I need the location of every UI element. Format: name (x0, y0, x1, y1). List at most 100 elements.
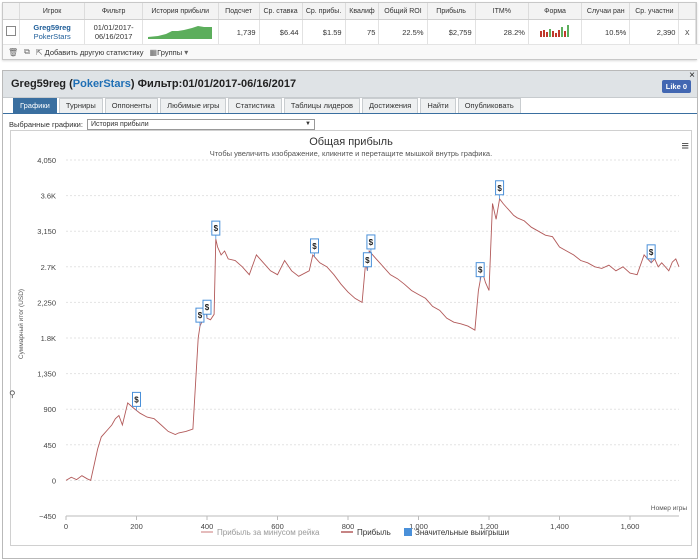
early-cases-cell: 10.5% (581, 19, 631, 44)
chart-select-value: История прибыли (90, 121, 149, 128)
chart-title: Общая прибыль (309, 136, 393, 148)
player-site-link[interactable]: PokerStars (23, 32, 82, 41)
like-label: Like 0 (665, 82, 687, 91)
big-win-marker: $ (362, 252, 372, 271)
tab-favourite-games[interactable]: Любимые игры (160, 98, 227, 113)
table-row: Greg59reg PokerStars 01/01/2017- 06/16/2… (3, 19, 696, 44)
x-axis-label: Номер игры (651, 505, 687, 512)
y-axis-label: Суммарный итог (USD) (17, 289, 25, 359)
filter-end: 06/16/2017 (94, 32, 133, 41)
dollar-icon: $ (205, 303, 210, 312)
chart-subtitle: Чтобы увеличить изображение, кликните и … (210, 149, 492, 158)
y-tick-label: 2.7K (41, 263, 56, 272)
legend-label: Значительные выигрыши (415, 528, 509, 537)
remove-row-button[interactable]: x (685, 27, 690, 37)
tab-achievements[interactable]: Достижения (362, 98, 419, 113)
col-header[interactable]: Прибыль (427, 3, 476, 20)
col-header[interactable]: Ср. ставка (259, 3, 303, 20)
grid-lines (66, 159, 679, 517)
close-icon[interactable]: × (689, 70, 695, 81)
page-title: Greg59reg (PokerStars) Фильтр:01/01/2017… (11, 78, 297, 90)
x-tick-label: 400 (201, 522, 214, 531)
form-bars-icon (540, 25, 570, 37)
big-win-marker: $ (366, 234, 376, 253)
profit-sparkline[interactable] (148, 25, 213, 39)
chevron-down-icon: ▼ (305, 121, 311, 127)
avg-stake-cell: $6.44 (259, 19, 303, 44)
title-player: Greg59reg (11, 78, 67, 90)
count-cell: 1,739 (218, 19, 260, 44)
col-header[interactable]: Случаи ран (581, 3, 631, 20)
y-tick-label: −450 (39, 512, 56, 521)
col-header[interactable]: Ср. прибы. (302, 3, 346, 20)
external-link-icon: ⇱ (35, 47, 43, 57)
big-win-marker: $ (475, 262, 485, 281)
panel-header: Greg59reg (PokerStars) Фильтр:01/01/2017… (3, 70, 697, 98)
chart-menu-icon[interactable]: ≡ (681, 139, 689, 152)
title-filter-label: Фильтр: (137, 78, 183, 90)
remove-row-cell: x (678, 19, 696, 44)
tab-bar: Графики Турниры Оппоненты Любимые игры С… (13, 98, 521, 113)
tab-opponents[interactable]: Оппоненты (104, 98, 159, 113)
y-tick-label: 900 (43, 405, 56, 414)
x-tick-label: 800 (342, 522, 355, 531)
legend-item: Прибыль за минусом рейка (201, 528, 320, 537)
tab-charts[interactable]: Графики (13, 98, 57, 113)
chart-select[interactable]: История прибыли ▼ (86, 119, 315, 130)
chevron-down-icon: ▾ (184, 47, 189, 57)
zoom-icon[interactable]: ⚲ (9, 389, 16, 400)
profit-history-cell (142, 19, 219, 44)
y-tick-label: 4,050 (37, 156, 56, 165)
col-header[interactable]: Общий ROI (378, 3, 428, 20)
add-stat-button[interactable]: ⇱ Добавить другую статистику (36, 48, 144, 57)
col-header[interactable]: Ср. участни (629, 3, 680, 20)
trash-icon[interactable]: 🗑 (8, 48, 18, 57)
big-win-marker: $ (211, 220, 221, 240)
x-tick-label: 1,400 (550, 522, 569, 531)
col-header[interactable]: Форма (528, 3, 583, 20)
select-column-header (3, 3, 20, 20)
y-tick-label: 3,150 (37, 227, 56, 236)
copy-icon[interactable]: ⧉ (24, 47, 30, 57)
player-name-link[interactable]: Greg59reg (23, 23, 82, 32)
player-cell: Greg59reg PokerStars (19, 19, 86, 44)
form-cell (528, 19, 583, 44)
dollar-icon: $ (478, 266, 483, 275)
itm-cell: 28.2% (475, 19, 529, 44)
legend-label: Прибыль за минусом рейка (217, 528, 320, 537)
qualif-cell: 75 (345, 19, 380, 44)
avg-profit-cell: $1.59 (302, 19, 346, 44)
profit-chart[interactable]: Общая прибыль Чтобы увеличить изображени… (11, 131, 691, 545)
chart-container[interactable]: Общая прибыль Чтобы увеличить изображени… (9, 130, 692, 546)
tab-underline (3, 113, 697, 114)
facebook-like-button[interactable]: Like 0 (661, 80, 691, 93)
tab-tournaments[interactable]: Турниры (58, 98, 103, 113)
player-panel: Greg59reg (PokerStars) Фильтр:01/01/2017… (2, 70, 698, 559)
dollar-icon: $ (369, 238, 374, 247)
groups-label: Группы (157, 47, 183, 57)
col-header[interactable]: Подсчет (218, 3, 260, 20)
tab-leaderboards[interactable]: Таблицы лидеров (283, 98, 361, 113)
row-checkbox[interactable] (6, 26, 16, 36)
stats-header-row: Игрок Фильтр История прибыли Подсчет Ср.… (3, 3, 696, 20)
title-filter: 01/01/2017-06/16/2017 (182, 78, 297, 90)
tab-statistics[interactable]: Статистика (228, 98, 282, 113)
groups-button[interactable]: ▦Группы ▾ (150, 48, 189, 57)
col-header[interactable]: История прибыли (142, 3, 219, 20)
col-header[interactable]: Квалиф (345, 3, 380, 20)
big-win-marker: $ (310, 238, 320, 257)
y-tick-label: 3.6K (41, 192, 56, 201)
title-site-link[interactable]: PokerStars (73, 78, 131, 90)
add-stat-label: Добавить другую статистику (44, 47, 144, 57)
tab-find[interactable]: Найти (420, 98, 456, 113)
col-header[interactable]: ITM% (475, 3, 529, 20)
row-checkbox-cell (3, 19, 20, 44)
chart-selector-label: Выбранные графики: (9, 120, 83, 129)
dollar-icon: $ (134, 395, 139, 404)
stats-toolbar: 🗑 ⧉ ⇱ Добавить другую статистику ▦Группы… (3, 44, 700, 59)
col-header[interactable]: Фильтр (84, 3, 143, 20)
col-header[interactable]: Игрок (19, 3, 86, 20)
y-tick-label: 0 (52, 476, 56, 485)
dollar-icon: $ (649, 248, 654, 257)
tab-publish[interactable]: Опубликовать (457, 98, 521, 113)
